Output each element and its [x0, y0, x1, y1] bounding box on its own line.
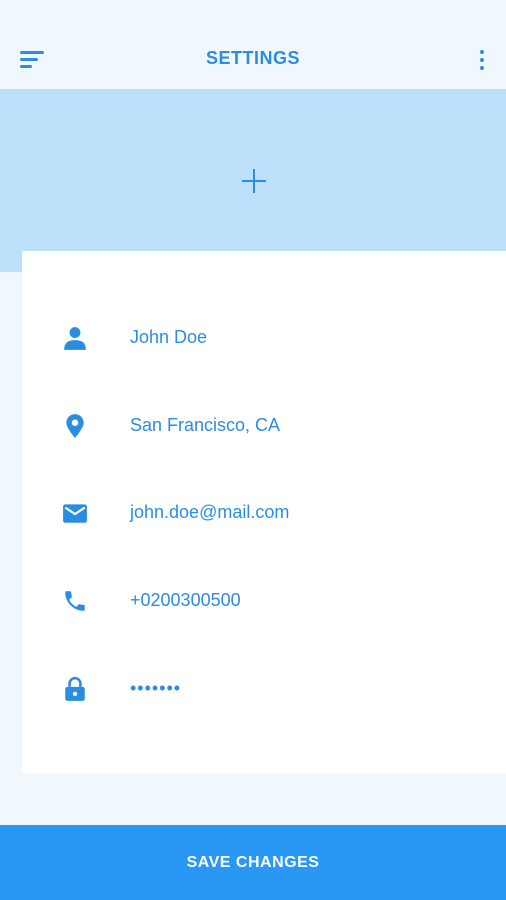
location-icon: [66, 414, 84, 438]
phone-value[interactable]: +0200300500: [130, 590, 241, 611]
name-field[interactable]: John Doe: [22, 317, 506, 357]
email-field[interactable]: john.doe@mail.com: [22, 492, 506, 532]
more-vertical-icon[interactable]: [476, 48, 488, 72]
email-icon: [63, 504, 87, 523]
page-title: SETTINGS: [205, 48, 300, 68]
email-value[interactable]: john.doe@mail.com: [130, 502, 289, 523]
top-bar: SETTINGS: [0, 0, 506, 89]
location-field[interactable]: San Francisco, CA: [22, 405, 506, 445]
lock-icon: [65, 676, 85, 701]
person-icon: [64, 327, 86, 350]
name-value[interactable]: John Doe: [130, 327, 207, 348]
password-value[interactable]: •••••••: [130, 678, 181, 699]
password-field[interactable]: •••••••: [22, 668, 506, 708]
save-button[interactable]: SAVE CHANGES: [0, 825, 506, 900]
profile-card: John Doe San Francisco, CA john.doe@mail…: [22, 251, 506, 773]
plus-icon[interactable]: [238, 165, 270, 197]
phone-icon: [65, 591, 85, 611]
location-value[interactable]: San Francisco, CA: [130, 415, 280, 436]
phone-field[interactable]: +0200300500: [22, 580, 506, 620]
